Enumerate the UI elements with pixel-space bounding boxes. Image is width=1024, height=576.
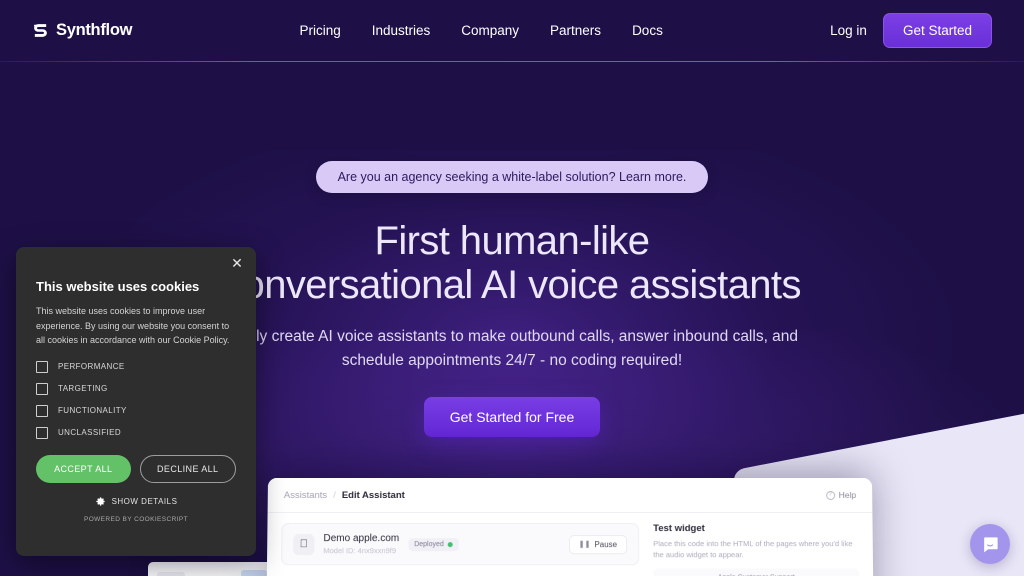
assistant-name: Demo apple.com [323, 533, 399, 544]
synthflow-logo-icon [32, 22, 49, 39]
navbar-actions: Log in Get Started [830, 13, 992, 48]
message-bubble-icon [981, 535, 1000, 554]
status-badge-label: Deployed [414, 541, 444, 548]
nav-link-pricing[interactable]: Pricing [299, 23, 340, 38]
cookie-option-targeting[interactable]: TARGETING [36, 383, 236, 395]
checkbox-unclassified[interactable] [36, 427, 48, 439]
status-badge: Deployed [408, 538, 459, 551]
page-root: Synthflow Pricing Industries Company Par… [0, 0, 1024, 576]
cookie-option-label: FUNCTIONALITY [58, 406, 127, 415]
nav-link-industries[interactable]: Industries [372, 23, 431, 38]
cookie-option-label: TARGETING [58, 384, 108, 393]
gear-icon [95, 496, 106, 507]
status-dot-icon [448, 542, 453, 547]
cookie-option-functionality[interactable]: FUNCTIONALITY [36, 405, 236, 417]
assistant-model-id: Model ID: 4nx9xxn9f9 [323, 546, 399, 555]
cookie-options-list: PERFORMANCE TARGETING FUNCTIONALITY UNCL… [36, 361, 236, 439]
hero-title-line-2: conversational AI voice assistants [223, 263, 801, 307]
test-widget-title: Test widget [653, 523, 858, 534]
breadcrumb-current: Edit Assistant [342, 489, 405, 500]
help-icon: ? [826, 490, 835, 499]
apple-icon:  [293, 534, 314, 555]
partial-card-left [148, 562, 278, 576]
breadcrumb-separator: / [333, 489, 336, 500]
checkbox-performance[interactable] [36, 361, 48, 373]
cookie-option-performance[interactable]: PERFORMANCE [36, 361, 236, 373]
cookie-option-label: UNCLASSIFIED [58, 428, 121, 437]
help-button[interactable]: ? Help [826, 490, 857, 500]
nav-link-company[interactable]: Company [461, 23, 519, 38]
show-details-label: SHOW DETAILS [112, 497, 178, 506]
pause-label: Pause [594, 540, 617, 549]
chat-widget-button[interactable] [970, 524, 1010, 564]
product-topbar: Assistants / Edit Assistant ? Help [268, 478, 873, 513]
checkbox-functionality[interactable] [36, 405, 48, 417]
assistant-card[interactable]:  Demo apple.com Model ID: 4nx9xxn9f9 De… [281, 523, 639, 565]
help-label: Help [839, 490, 857, 500]
nav-link-docs[interactable]: Docs [632, 23, 663, 38]
cookie-option-label: PERFORMANCE [58, 362, 125, 371]
cookie-consent-banner: ✕ This website uses cookies This website… [16, 247, 256, 556]
test-widget-panel: Test widget Place this code into the HTM… [653, 523, 859, 576]
test-widget-code-label: Apple Customer Support [653, 568, 859, 576]
show-details-button[interactable]: SHOW DETAILS [36, 496, 236, 507]
checkbox-targeting[interactable] [36, 383, 48, 395]
cookie-option-unclassified[interactable]: UNCLASSIFIED [36, 427, 236, 439]
breadcrumb-parent[interactable]: Assistants [284, 489, 327, 500]
partial-card-chip [241, 570, 267, 576]
hero-subtitle: Easily create AI voice assistants to mak… [222, 325, 802, 372]
product-body:  Demo apple.com Model ID: 4nx9xxn9f9 De… [267, 513, 874, 576]
navbar: Synthflow Pricing Industries Company Par… [0, 0, 1024, 61]
cookie-title: This website uses cookies [36, 279, 236, 294]
page-title: First human-like conversational AI voice… [223, 220, 801, 307]
pause-icon: ❚❚ [579, 540, 591, 548]
pause-button[interactable]: ❚❚ Pause [569, 535, 628, 554]
product-left-column:  Demo apple.com Model ID: 4nx9xxn9f9 De… [281, 523, 640, 576]
get-started-for-free-button[interactable]: Get Started for Free [424, 397, 601, 437]
cookie-actions: ACCEPT ALL DECLINE ALL [36, 455, 236, 483]
nav-links: Pricing Industries Company Partners Docs [299, 23, 662, 38]
navbar-divider [0, 61, 1024, 62]
hero-subtitle-line-1: Easily create AI voice assistants to mak… [226, 328, 728, 345]
decline-all-button[interactable]: DECLINE ALL [140, 455, 237, 483]
accept-all-button[interactable]: ACCEPT ALL [36, 455, 131, 483]
assistant-info: Demo apple.com Model ID: 4nx9xxn9f9 [323, 533, 399, 555]
test-widget-description: Place this code into the HTML of the pag… [653, 538, 859, 561]
get-started-button[interactable]: Get Started [883, 13, 992, 48]
nav-link-partners[interactable]: Partners [550, 23, 601, 38]
hero-title-line-1: First human-like [375, 219, 650, 263]
cookie-powered-by: POWERED BY COOKIESCRIPT [36, 516, 236, 523]
close-icon[interactable]: ✕ [229, 255, 245, 271]
product-screenshot: Assistants / Edit Assistant ? Help  Dem… [266, 478, 874, 576]
logo[interactable]: Synthflow [32, 21, 132, 40]
announcement-banner[interactable]: Are you an agency seeking a white-label … [316, 161, 709, 193]
logo-text: Synthflow [56, 21, 132, 40]
cookie-body-text: This website uses cookies to improve use… [36, 304, 236, 348]
login-link[interactable]: Log in [830, 23, 867, 38]
